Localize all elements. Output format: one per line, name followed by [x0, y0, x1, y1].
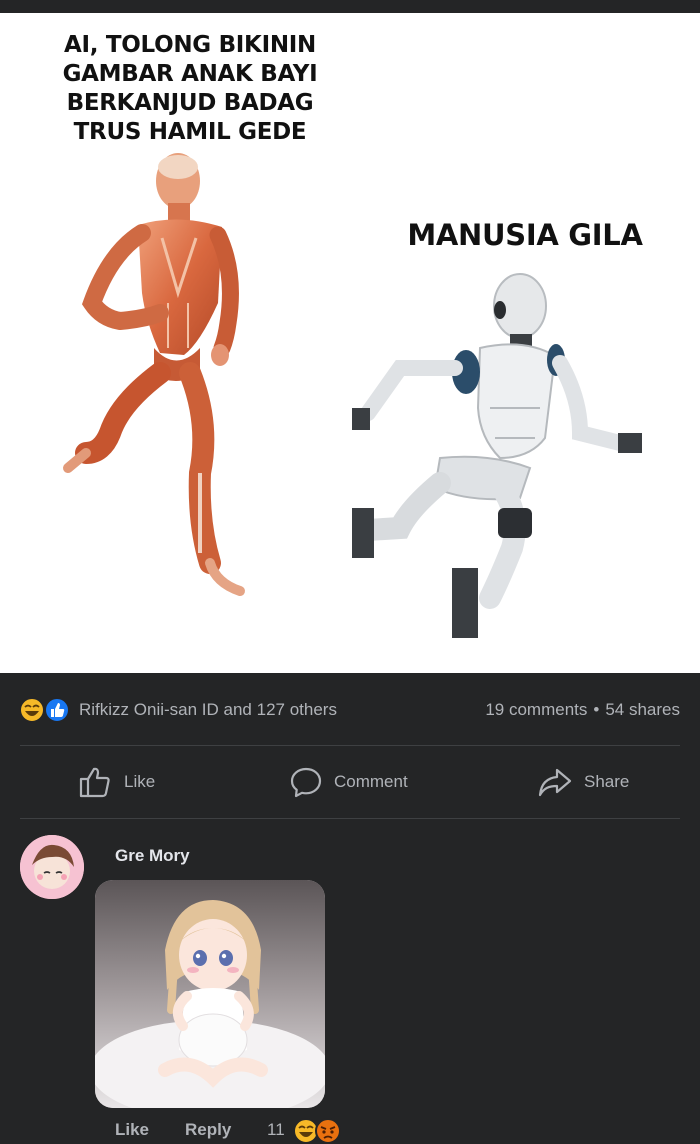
- comment-reaction-count[interactable]: 11: [267, 1120, 285, 1140]
- caption-line: AI, TOLONG BIKININ: [64, 32, 316, 58]
- comment-item: Gre Mory Like Reply 11: [0, 820, 700, 1144]
- like-label: Like: [124, 772, 156, 791]
- comment-label: Comment: [334, 772, 408, 791]
- share-button[interactable]: Share: [538, 746, 629, 818]
- post-image[interactable]: AI, TOLONG BIKININ GAMBAR ANAK BAYI BERK…: [0, 13, 700, 673]
- share-label: Share: [584, 772, 630, 791]
- muscle-human-illustration: [63, 153, 245, 596]
- divider: [20, 818, 680, 819]
- post-action-bar: Like Comment Share: [0, 746, 700, 818]
- like-reaction-icon: [44, 697, 70, 723]
- comments-count[interactable]: 19 comments: [485, 700, 587, 719]
- meme-caption-right: MANUSIA GILA: [407, 218, 643, 252]
- comment-like-button[interactable]: Like: [115, 1120, 149, 1140]
- comment-author[interactable]: Gre Mory: [115, 846, 190, 866]
- like-button[interactable]: Like: [78, 746, 155, 818]
- comment-button[interactable]: Comment: [290, 746, 408, 818]
- top-bar: [0, 0, 700, 13]
- meme-caption-left: AI, TOLONG BIKININ GAMBAR ANAK BAYI BERK…: [40, 31, 340, 147]
- comment-footer: Like Reply 11: [0, 1118, 700, 1144]
- haha-reaction-icon: [293, 1118, 319, 1144]
- caption-line: BERKANJUD BADAG: [66, 90, 314, 116]
- haha-reaction-icon: [19, 697, 45, 723]
- share-arrow-icon: [538, 768, 572, 797]
- avatar[interactable]: [20, 835, 84, 899]
- comment-bubble-icon: [290, 767, 322, 798]
- reactors-text[interactable]: Rifkizz Onii-san ID and 127 others: [79, 700, 337, 720]
- reaction-icons[interactable]: [19, 697, 77, 723]
- separator-dot: •: [593, 700, 600, 719]
- comment-reaction-icons[interactable]: [290, 1118, 348, 1144]
- robot-illustration: [352, 273, 642, 638]
- post-stats-bar: Rifkizz Onii-san ID and 127 others 19 co…: [0, 673, 700, 745]
- post-counts: 19 comments • 54 shares: [485, 700, 680, 720]
- comment-image[interactable]: [95, 880, 325, 1108]
- angry-reaction-icon: [315, 1118, 341, 1144]
- caption-line: GAMBAR ANAK BAYI: [62, 61, 318, 87]
- thumbs-up-icon: [79, 767, 110, 798]
- comment-reply-button[interactable]: Reply: [185, 1120, 231, 1140]
- shares-count[interactable]: 54 shares: [605, 700, 680, 719]
